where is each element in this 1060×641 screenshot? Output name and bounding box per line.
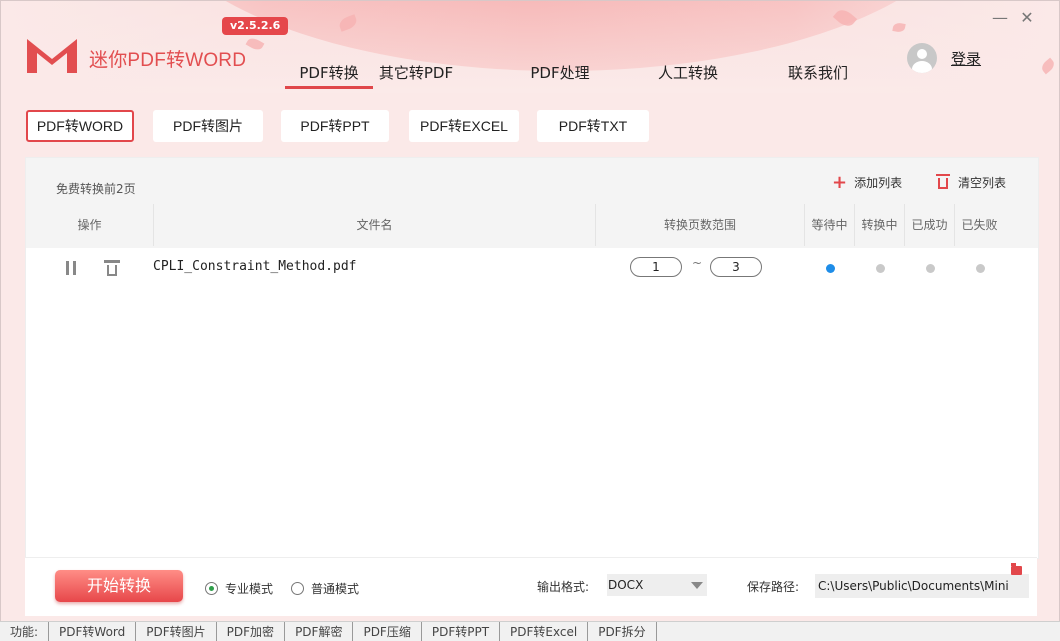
app-logo-icon (27, 39, 77, 73)
background-toolbar: 功能: PDF转Word PDF转图片 PDF加密 PDF解密 PDF压缩 PDF转PPT P… (0, 621, 1060, 641)
chevron-down-icon (691, 582, 703, 589)
status-failed-dot (976, 264, 985, 273)
mode-pro-label: 专业模式 (225, 582, 274, 596)
delete-icon[interactable] (104, 260, 120, 278)
output-format-label: 输出格式: (537, 580, 590, 594)
clear-list-label: 清空列表 (958, 176, 1007, 190)
toolbar-item: PDF转Excel (500, 622, 589, 641)
mode-pro-radio[interactable]: 专业模式 (205, 580, 273, 597)
folder-icon[interactable] (1011, 563, 1022, 575)
save-path-label: 保存路径: (747, 580, 800, 594)
mode-normal-radio[interactable]: 普通模式 (291, 580, 359, 597)
save-path-value: C:\Users\Public\Documents\Mini (818, 579, 1009, 593)
app-window: 迷你PDF转WORD v2.5.2.6 PDF转换 其它转PDF PDF处理 人… (0, 0, 1060, 622)
list-header-area: 免费转换前2页 + 添加列表 清空列表 操作 文件名 转换页数范围 等待中 转换… (26, 158, 1038, 248)
status-converting-dot (876, 264, 885, 273)
status-success-dot (926, 264, 935, 273)
table-row: CPLI_Constraint_Method.pdf 1 ~ 3 (26, 250, 1038, 286)
col-header-converting: 转换中 (855, 204, 905, 246)
col-header-success: 已成功 (905, 204, 955, 246)
toolbar-item: 功能: (0, 622, 50, 641)
plus-icon: + (832, 171, 848, 193)
toolbar-item: PDF转PPT (422, 622, 501, 641)
subtab-pdf-to-word[interactable]: PDF转WORD (26, 110, 134, 142)
toolbar-item: PDF转图片 (136, 622, 217, 641)
mode-normal-label: 普通模式 (311, 582, 360, 596)
subtab-pdf-to-image[interactable]: PDF转图片 (153, 110, 263, 142)
subtab-pdf-to-txt[interactable]: PDF转TXT (537, 110, 649, 142)
free-note: 免费转换前2页 (56, 182, 136, 196)
file-name: CPLI_Constraint_Method.pdf (153, 259, 357, 274)
app-title: 迷你PDF转WORD (89, 50, 247, 71)
page-from-input[interactable]: 1 (630, 257, 682, 277)
subtab-pdf-to-ppt[interactable]: PDF转PPT (281, 110, 389, 142)
tab-contact-us[interactable]: 联系我们 (783, 59, 853, 89)
tab-manual-convert[interactable]: 人工转换 (653, 59, 723, 89)
status-waiting-dot (826, 264, 835, 273)
save-path-field[interactable]: C:\Users\Public\Documents\Mini (815, 574, 1029, 598)
start-convert-button[interactable]: 开始转换 (55, 570, 183, 602)
radio-unchecked-icon (291, 582, 304, 595)
tab-pdf-process[interactable]: PDF处理 (523, 59, 597, 89)
output-format-value: DOCX (608, 578, 644, 592)
close-button[interactable]: ✕ (1018, 9, 1036, 27)
add-list-label: 添加列表 (854, 176, 903, 190)
col-header-failed: 已失败 (961, 218, 998, 232)
minimize-button[interactable]: — (991, 9, 1009, 27)
tab-pdf-convert[interactable]: PDF转换 (285, 59, 373, 89)
col-header-page-range: 转换页数范围 (596, 204, 805, 246)
output-format-select[interactable]: DOCX (607, 574, 707, 596)
main-nav: PDF转换 其它转PDF PDF处理 人工转换 联系我们 (285, 59, 853, 93)
file-list-panel: 免费转换前2页 + 添加列表 清空列表 操作 文件名 转换页数范围 等待中 转换… (25, 157, 1039, 559)
subtab-pdf-to-excel[interactable]: PDF转EXCEL (409, 110, 519, 142)
col-header-actions: 操作 (26, 204, 154, 246)
version-badge: v2.5.2.6 (222, 17, 289, 35)
toolbar-item: PDF加密 (217, 622, 286, 641)
toolbar-item: PDF解密 (285, 622, 354, 641)
tab-other-to-pdf[interactable]: 其它转PDF (369, 59, 463, 89)
radio-checked-icon (205, 582, 218, 595)
header: 迷你PDF转WORD v2.5.2.6 PDF转换 其它转PDF PDF处理 人… (1, 1, 1059, 93)
add-list-button[interactable]: + 添加列表 (832, 171, 903, 193)
avatar-icon[interactable] (907, 43, 937, 73)
clear-list-button[interactable]: 清空列表 (936, 174, 1007, 191)
page-range-separator: ~ (692, 256, 703, 270)
pause-icon[interactable] (65, 261, 77, 275)
login-link[interactable]: 登录 (951, 48, 981, 69)
bottom-bar: 开始转换 专业模式 普通模式 输出格式: DOCX 保存路径: C:\Users… (25, 557, 1037, 616)
page-to-input[interactable]: 3 (710, 257, 762, 277)
col-header-filename: 文件名 (154, 204, 596, 246)
toolbar-item: PDF转Word (49, 622, 137, 641)
toolbar-item: PDF压缩 (353, 622, 422, 641)
trash-icon (936, 174, 950, 189)
toolbar-item: PDF拆分 (588, 622, 657, 641)
col-header-waiting: 等待中 (805, 204, 855, 246)
